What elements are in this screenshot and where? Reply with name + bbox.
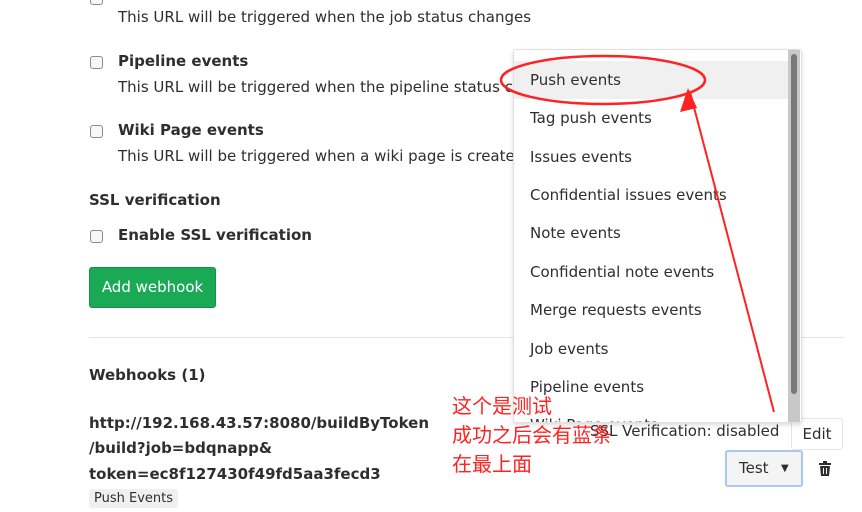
annotation-text-line2: 成功之后会有蓝条	[452, 423, 612, 447]
annotation-highlight-ellipse	[499, 54, 707, 106]
annotation-overlay	[499, 54, 775, 413]
annotation-text-line3: 在最上面	[452, 452, 532, 476]
annotation-text-line1: 这个是测试	[452, 394, 552, 418]
annotation-arrow-line	[689, 91, 775, 413]
